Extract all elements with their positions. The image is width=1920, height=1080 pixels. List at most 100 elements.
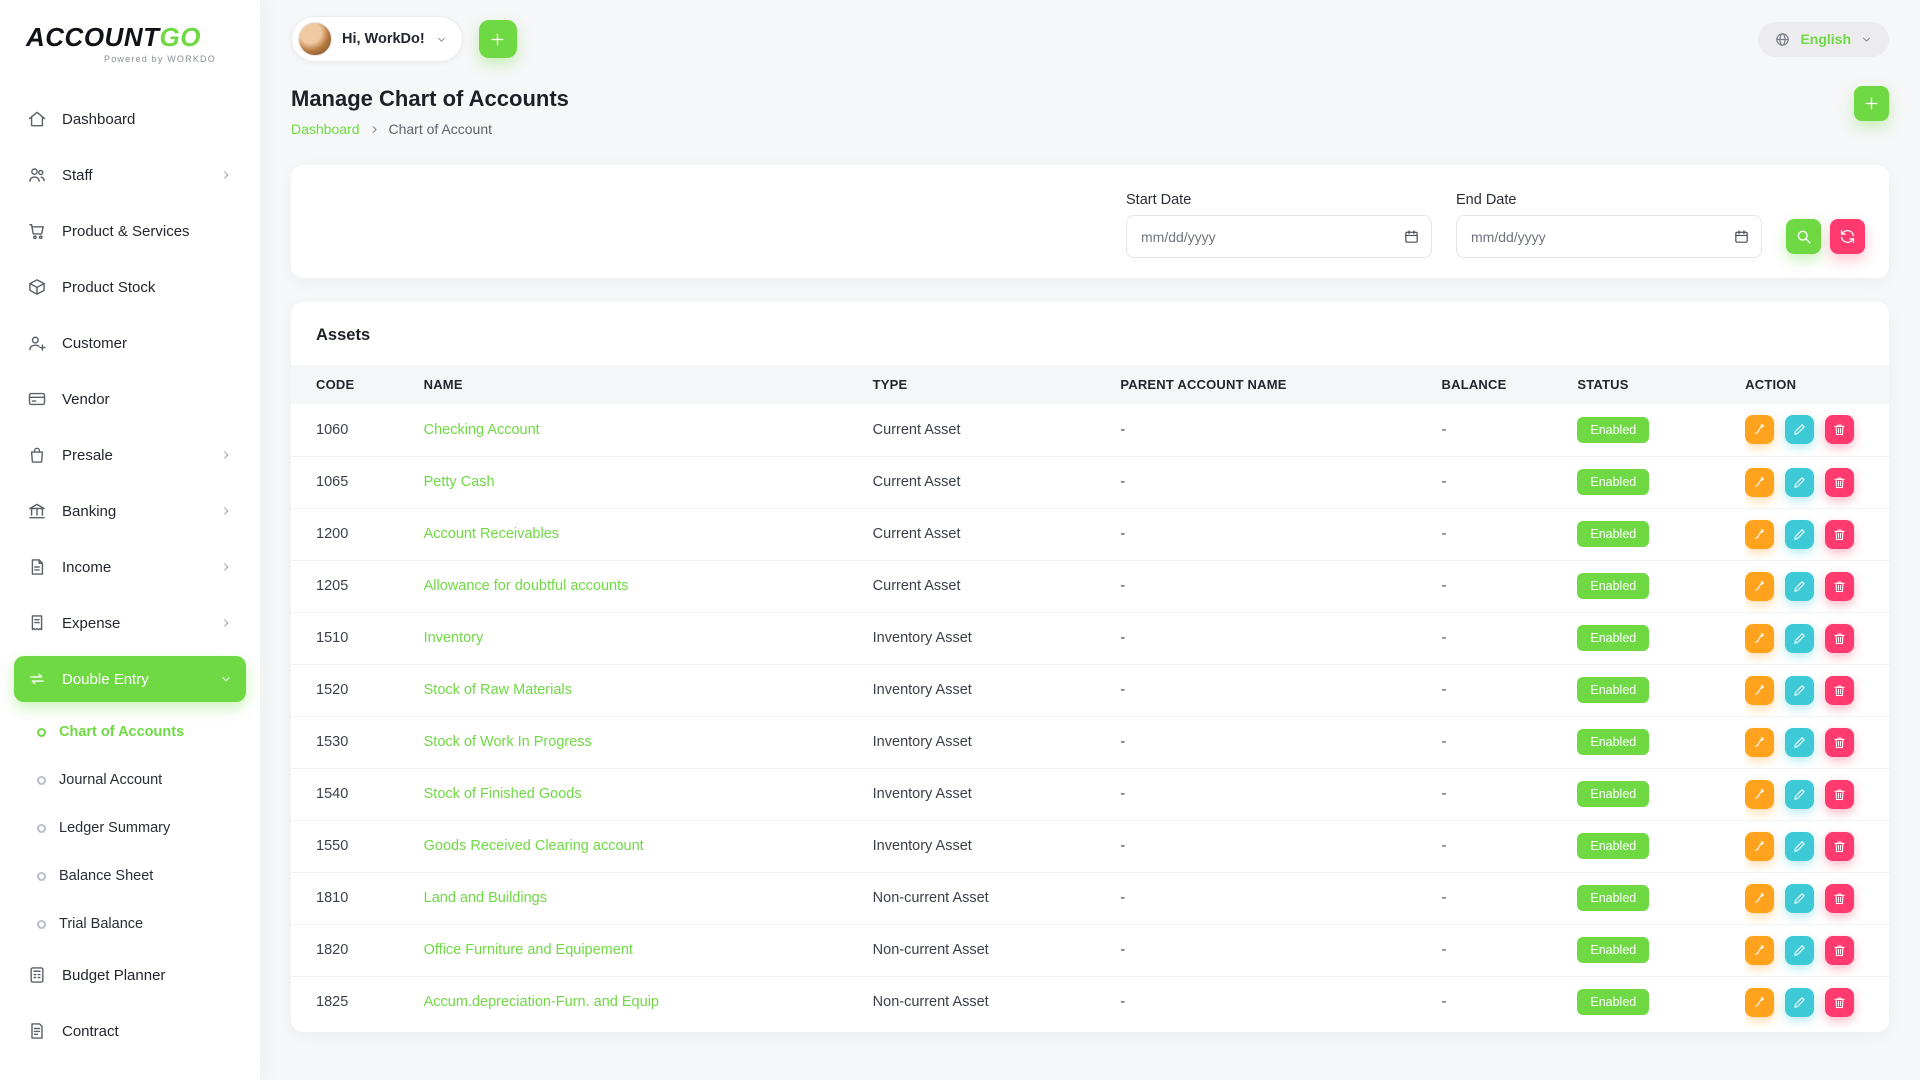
sidebar-item-expense[interactable]: Expense (14, 600, 246, 646)
delete-button[interactable] (1825, 832, 1854, 861)
sidebar-item-product-services[interactable]: Product & Services (14, 208, 246, 254)
sidebar-item-banking[interactable]: Banking (14, 488, 246, 534)
edit-button[interactable] (1785, 676, 1814, 705)
transfer-button[interactable] (1745, 624, 1774, 653)
sidebar-item-income[interactable]: Income (14, 544, 246, 590)
sidebar-item-product-stock[interactable]: Product Stock (14, 264, 246, 310)
account-name-link[interactable]: Office Furniture and Equipement (424, 942, 633, 958)
account-name-link[interactable]: Stock of Raw Materials (424, 682, 572, 698)
edit-button[interactable] (1785, 728, 1814, 757)
edit-button[interactable] (1785, 624, 1814, 653)
edit-button[interactable] (1785, 884, 1814, 913)
account-name-link[interactable]: Allowance for doubtful accounts (424, 578, 629, 594)
edit-button[interactable] (1785, 415, 1814, 444)
delete-button[interactable] (1825, 780, 1854, 809)
sidebar-item-customer[interactable]: Customer (14, 320, 246, 366)
user-menu[interactable]: Hi, WorkDo! (291, 16, 463, 62)
trash-icon (1832, 631, 1847, 646)
transfer-button[interactable] (1745, 468, 1774, 497)
search-button[interactable] (1786, 219, 1821, 254)
edit-button[interactable] (1785, 572, 1814, 601)
sidebar-subitem-ledger-summary[interactable]: Ledger Summary (14, 808, 246, 848)
sidebar-item-label: Banking (62, 503, 204, 520)
table-row: 1060 Checking Account Current Asset - - … (291, 404, 1889, 456)
sidebar-subitem-chart-of-accounts[interactable]: Chart of Accounts (14, 712, 246, 752)
delete-button[interactable] (1825, 728, 1854, 757)
sidebar-item-double-entry[interactable]: Double Entry (14, 656, 246, 702)
account-name-link[interactable]: Petty Cash (424, 474, 495, 490)
sidebar-item-dashboard[interactable]: Dashboard (14, 96, 246, 142)
account-name-link[interactable]: Inventory (424, 630, 484, 646)
quick-add-button[interactable] (479, 20, 517, 58)
edit-icon (1792, 579, 1807, 594)
transfer-button[interactable] (1745, 884, 1774, 913)
sidebar: ACCOUNTGO Powered by WORKDO Dashboard St… (0, 0, 260, 1080)
end-date-input[interactable] (1456, 215, 1762, 258)
delete-button[interactable] (1825, 520, 1854, 549)
sidebar-subitem-journal-account[interactable]: Journal Account (14, 760, 246, 800)
transfer-button[interactable] (1745, 520, 1774, 549)
start-date-group: Start Date (1126, 192, 1432, 258)
edit-button[interactable] (1785, 468, 1814, 497)
edit-icon (1792, 891, 1807, 906)
add-account-button[interactable] (1854, 86, 1889, 121)
sidebar-subitem-trial-balance[interactable]: Trial Balance (14, 904, 246, 944)
transfer-button[interactable] (1745, 415, 1774, 444)
delete-button[interactable] (1825, 936, 1854, 965)
delete-button[interactable] (1825, 988, 1854, 1017)
accounts-card: Assets CODE NAME TYPE PARENT ACCOUNT NAM… (291, 302, 1889, 1032)
app-logo[interactable]: ACCOUNTGO Powered by WORKDO (0, 0, 260, 88)
cell-parent: - (1120, 820, 1441, 872)
delete-button[interactable] (1825, 415, 1854, 444)
delete-button[interactable] (1825, 624, 1854, 653)
reset-button[interactable] (1830, 219, 1865, 254)
edit-button[interactable] (1785, 936, 1814, 965)
transfer-button[interactable] (1745, 780, 1774, 809)
edit-icon (1792, 475, 1807, 490)
edit-button[interactable] (1785, 832, 1814, 861)
account-name-link[interactable]: Land and Buildings (424, 890, 547, 906)
sidebar-item-label: Staff (62, 167, 204, 184)
transfer-button[interactable] (1745, 832, 1774, 861)
transfer-button[interactable] (1745, 728, 1774, 757)
cell-balance: - (1442, 872, 1578, 924)
sidebar-item-vendor[interactable]: Vendor (14, 376, 246, 422)
bullet-icon (37, 776, 46, 785)
vendor-icon (27, 389, 47, 409)
account-name-link[interactable]: Goods Received Clearing account (424, 838, 644, 854)
delete-button[interactable] (1825, 676, 1854, 705)
transfer-button[interactable] (1745, 572, 1774, 601)
account-name-link[interactable]: Checking Account (424, 422, 540, 438)
calendar-icon[interactable] (1733, 228, 1750, 245)
breadcrumb-dashboard-link[interactable]: Dashboard (291, 121, 360, 137)
language-selector[interactable]: English (1758, 22, 1889, 57)
account-name-link[interactable]: Stock of Work In Progress (424, 734, 592, 750)
start-date-input[interactable] (1126, 215, 1432, 258)
transfer-button[interactable] (1745, 988, 1774, 1017)
edit-icon (1792, 631, 1807, 646)
plus-icon (1862, 94, 1881, 113)
transfer-button[interactable] (1745, 676, 1774, 705)
edit-button[interactable] (1785, 780, 1814, 809)
calendar-icon[interactable] (1403, 228, 1420, 245)
edit-button[interactable] (1785, 520, 1814, 549)
account-name-link[interactable]: Account Receivables (424, 526, 559, 542)
sidebar-item-contract[interactable]: Contract (14, 1008, 246, 1054)
breadcrumb-current: Chart of Account (389, 121, 493, 137)
account-name-link[interactable]: Accum.depreciation-Furn. and Equip (424, 994, 659, 1010)
sidebar-item-staff[interactable]: Staff (14, 152, 246, 198)
delete-button[interactable] (1825, 884, 1854, 913)
delete-button[interactable] (1825, 468, 1854, 497)
transfer-icon (1752, 891, 1767, 906)
edit-button[interactable] (1785, 988, 1814, 1017)
sidebar-item-label: Income (62, 559, 204, 576)
delete-button[interactable] (1825, 572, 1854, 601)
edit-icon (1792, 995, 1807, 1010)
sidebar-item-presale[interactable]: Presale (14, 432, 246, 478)
sidebar-item-budget-planner[interactable]: Budget Planner (14, 952, 246, 998)
sidebar-subitem-balance-sheet[interactable]: Balance Sheet (14, 856, 246, 896)
cell-code: 1520 (291, 664, 424, 716)
transfer-button[interactable] (1745, 936, 1774, 965)
row-actions (1745, 624, 1879, 653)
account-name-link[interactable]: Stock of Finished Goods (424, 786, 582, 802)
